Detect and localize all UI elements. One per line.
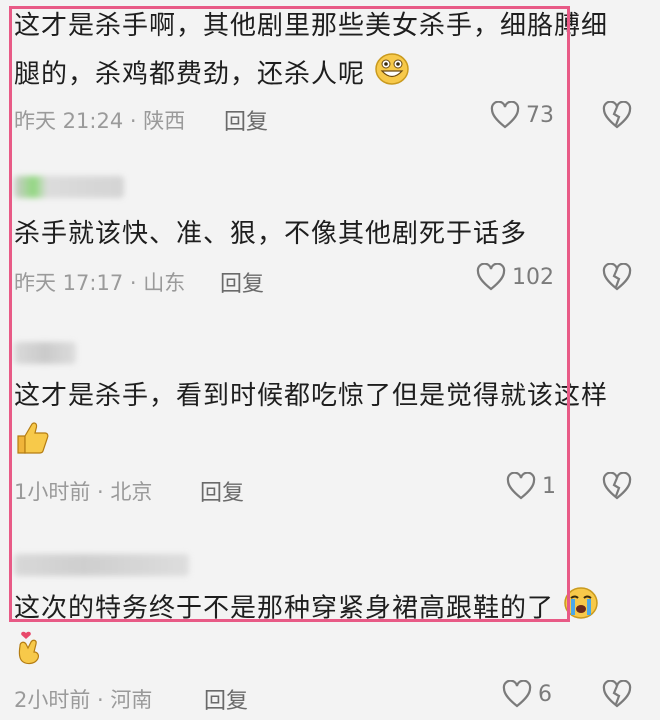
comment-time: 昨天 17:17	[14, 271, 124, 295]
heart-icon	[476, 263, 506, 291]
comment-text-line-2: 腿的，杀鸡都费劲，还杀人呢	[14, 52, 410, 98]
heart-icon	[506, 472, 536, 500]
comment-meta: 2小时前 · 河南	[14, 688, 153, 712]
broken-heart-icon	[602, 471, 632, 500]
like-count: 102	[512, 264, 554, 290]
finger-heart-icon	[14, 630, 44, 678]
comment-time: 2小时前	[14, 688, 91, 712]
avatar-username-blurred	[14, 554, 189, 576]
comment-text-line: 这次的特务终于不是那种穿紧身裙高跟鞋的了	[14, 586, 599, 632]
comment-region: 河南	[110, 688, 153, 712]
comment-meta: 昨天 17:17 · 山东	[14, 271, 186, 295]
like-count: 1	[542, 473, 556, 499]
broken-heart-icon	[602, 100, 632, 129]
highlight-frame	[9, 6, 570, 622]
like-count: 73	[526, 102, 554, 128]
comment-region: 陕西	[143, 109, 186, 133]
reply-button[interactable]: 回复	[220, 266, 264, 298]
comment-text-line: 这才是杀手啊，其他剧里那些美女杀手，细胳膊细	[14, 11, 609, 41]
broken-heart-icon	[602, 679, 632, 708]
crying-face-icon	[563, 586, 599, 632]
comment-emoji-line	[14, 420, 50, 468]
comment-meta: 昨天 21:24 · 陕西	[14, 109, 186, 133]
reply-button[interactable]: 回复	[200, 475, 244, 507]
like-button[interactable]: 73	[490, 101, 554, 129]
comment-text-line: 这才是杀手，看到时候都吃惊了但是觉得就该这样	[14, 381, 609, 411]
reply-button[interactable]: 回复	[204, 683, 248, 715]
comment-region: 北京	[110, 480, 153, 504]
comment-region: 山东	[143, 271, 186, 295]
like-button[interactable]: 102	[476, 263, 554, 291]
comment-time: 1小时前	[14, 480, 91, 504]
grinning-face-icon	[374, 52, 410, 98]
broken-heart-icon	[602, 262, 632, 291]
avatar-username-blurred	[14, 342, 76, 364]
like-count: 6	[538, 681, 552, 707]
comment-time: 昨天 21:24	[14, 109, 124, 133]
like-button[interactable]: 6	[502, 680, 552, 708]
avatar-username-blurred	[14, 176, 124, 198]
heart-icon	[490, 101, 520, 129]
comment-meta: 1小时前 · 北京	[14, 480, 153, 504]
like-button[interactable]: 1	[506, 472, 556, 500]
comment-text-line: 杀手就该快、准、狠，不像其他剧死于话多	[14, 219, 528, 249]
dislike-button[interactable]	[602, 100, 632, 133]
heart-icon	[502, 680, 532, 708]
dislike-button[interactable]	[602, 262, 632, 295]
reply-button[interactable]: 回复	[224, 104, 268, 136]
dislike-button[interactable]	[602, 679, 632, 712]
dislike-button[interactable]	[602, 471, 632, 504]
comment-emoji-line	[14, 630, 44, 678]
thumbs-up-icon	[14, 420, 50, 468]
